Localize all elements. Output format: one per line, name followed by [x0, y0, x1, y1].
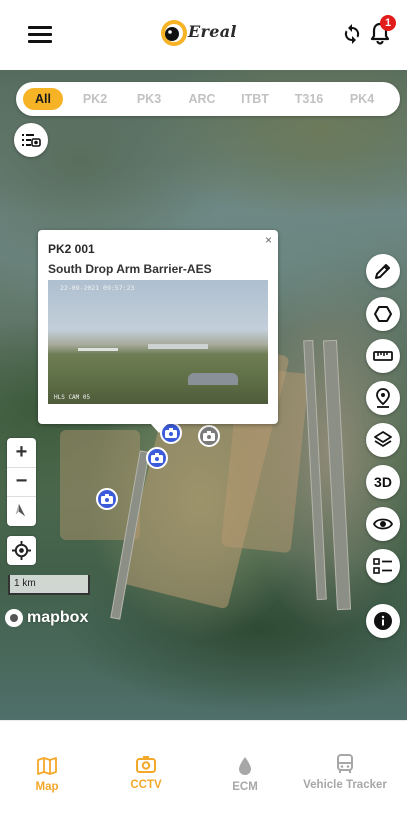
snapshot-detail — [78, 348, 118, 351]
polygon-button[interactable] — [366, 297, 400, 331]
camera-popup: × PK2 001 South Drop Arm Barrier-AES 22-… — [38, 230, 278, 433]
app-header: Ereal 1 — [0, 0, 407, 70]
logo-eye-icon — [161, 20, 187, 46]
map-pin-icon — [376, 388, 390, 408]
mapbox-wordmark: mapbox — [27, 609, 89, 626]
ruler-icon — [373, 351, 393, 361]
draw-button[interactable] — [366, 254, 400, 288]
camera-list-icon — [22, 134, 41, 147]
nav-label-map: Map — [35, 781, 59, 793]
region-filter-bar: All PK2 PK3 ARC ITBT T316 PK4 — [16, 82, 400, 116]
logo-text: Ereal — [188, 22, 237, 41]
camera-marker[interactable] — [96, 488, 118, 510]
info-icon — [374, 612, 392, 630]
popup-close-button[interactable]: × — [265, 233, 272, 247]
snapshot-detail — [148, 344, 208, 349]
nav-tab-vehicle-tracker[interactable]: Vehicle Tracker — [298, 753, 392, 791]
popup-camera-id: PK2 001 — [48, 242, 95, 256]
3d-label: 3D — [374, 474, 392, 490]
camera-icon — [101, 494, 113, 504]
nav-tab-map[interactable]: Map — [22, 755, 72, 793]
nav-tab-ecm[interactable]: ECM — [220, 755, 270, 793]
nav-tab-cctv[interactable]: CCTV — [120, 753, 172, 791]
3d-toggle-button[interactable]: 3D — [366, 465, 400, 499]
notification-count-badge: 1 — [380, 15, 396, 31]
filter-chip-arc[interactable]: ARC — [183, 88, 221, 110]
app-logo: Ereal — [160, 18, 240, 52]
filter-chip-all[interactable]: All — [23, 88, 63, 110]
snapshot-camera-label: HLS CAM 05 — [54, 394, 91, 401]
legend-list-button[interactable] — [366, 549, 400, 583]
sync-icon — [344, 24, 360, 44]
nav-label-vehicle-tracker: Vehicle Tracker — [303, 779, 387, 791]
zoom-in-button[interactable]: + — [7, 438, 36, 467]
info-button[interactable] — [366, 604, 400, 638]
hamburger-menu-button[interactable] — [28, 24, 54, 44]
compass-icon — [15, 503, 25, 517]
bus-icon — [337, 754, 353, 773]
bottom-navigation: Map CCTV ECM Vehicle Tracker — [0, 720, 407, 820]
map-runway — [322, 339, 352, 611]
popup-camera-name: South Drop Arm Barrier-AES — [48, 262, 212, 276]
filter-chip-pk4[interactable]: PK4 — [343, 88, 381, 110]
camera-marker-offline[interactable] — [198, 425, 220, 447]
visibility-button[interactable] — [366, 507, 400, 541]
zoom-out-button[interactable]: − — [7, 467, 36, 496]
measure-button[interactable] — [366, 339, 400, 373]
camera-icon — [151, 453, 163, 463]
mapbox-logo-icon — [5, 609, 23, 627]
filter-chip-pk2[interactable]: PK2 — [76, 88, 114, 110]
crosshair-icon — [12, 541, 31, 560]
nav-label-ecm: ECM — [232, 781, 258, 793]
snapshot-timestamp: 22-09-2021 09:57:23 — [60, 284, 135, 292]
snapshot-detail — [188, 373, 238, 385]
filter-chip-t316[interactable]: T316 — [289, 88, 329, 110]
layers-icon — [374, 431, 392, 447]
drop-icon — [239, 757, 251, 775]
filter-chip-pk3[interactable]: PK3 — [130, 88, 168, 110]
camera-marker[interactable] — [146, 447, 168, 469]
list-icon — [373, 558, 392, 574]
nav-label-cctv: CCTV — [130, 779, 162, 791]
hexagon-icon — [374, 306, 392, 322]
map-runway — [303, 339, 327, 601]
eye-icon — [373, 518, 393, 530]
camera-list-button[interactable] — [14, 123, 48, 157]
pencil-icon — [375, 264, 390, 279]
compass-button[interactable] — [7, 496, 36, 525]
zoom-control: + − — [7, 438, 36, 526]
location-pin-button[interactable] — [366, 381, 400, 415]
map-icon — [37, 757, 57, 775]
sync-button[interactable] — [340, 22, 364, 46]
geolocate-button[interactable] — [7, 536, 36, 565]
layers-button[interactable] — [366, 423, 400, 457]
camera-snapshot-image[interactable]: 22-09-2021 09:57:23 HLS CAM 05 — [48, 280, 268, 404]
camera-icon — [136, 756, 156, 773]
filter-chip-itbt[interactable]: ITBT — [236, 88, 274, 110]
camera-icon — [203, 431, 215, 441]
map-scale-bar: 1 km — [8, 575, 90, 595]
